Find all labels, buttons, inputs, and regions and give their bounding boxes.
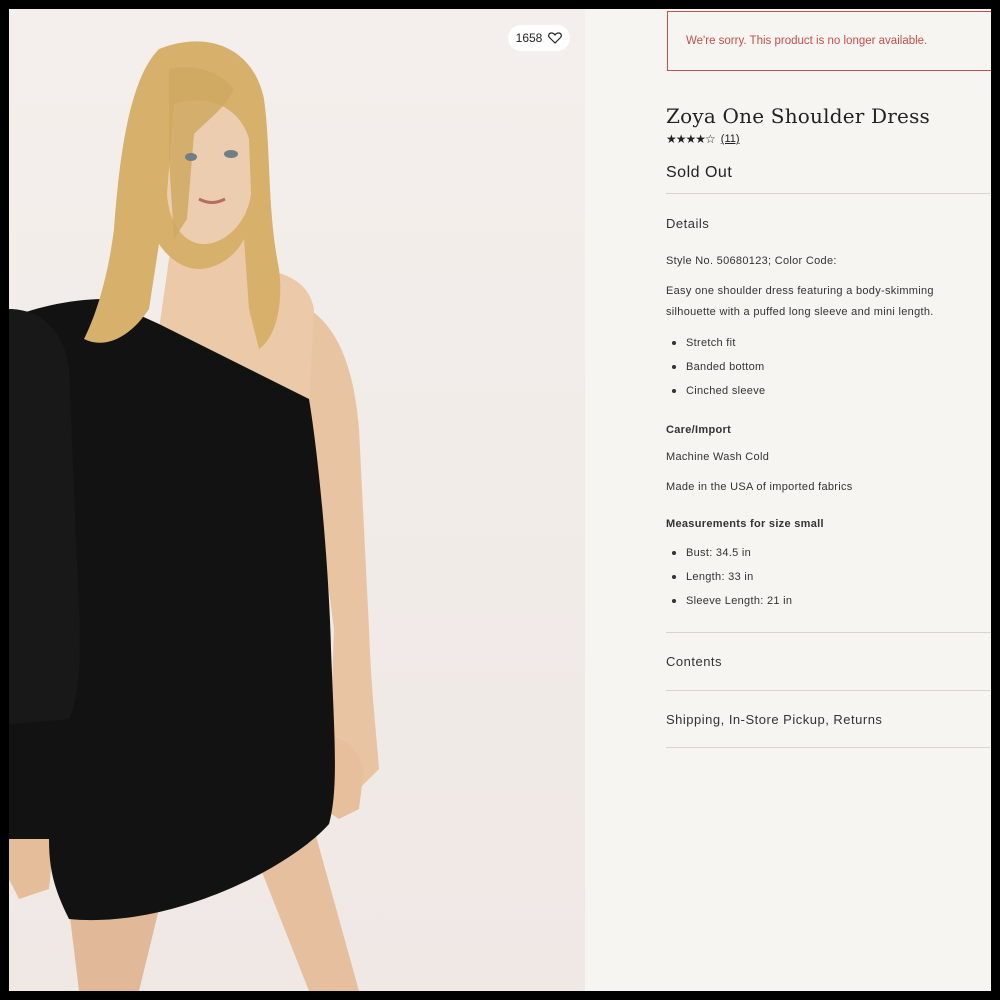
care-instructions: Machine Wash Cold	[666, 451, 770, 463]
review-count-link[interactable]: (11)	[721, 133, 740, 145]
list-item: Banded bottom	[666, 355, 765, 379]
list-item: Sleeve Length: 21 in	[666, 589, 792, 613]
list-item: Bust: 34.5 in	[666, 541, 792, 565]
feature-list: Stretch fit Banded bottom Cinched sleeve	[666, 331, 765, 403]
list-item: Length: 33 in	[666, 565, 792, 589]
list-item: Cinched sleeve	[666, 379, 765, 403]
details-heading[interactable]: Details	[666, 216, 709, 231]
measurements-heading: Measurements for size small	[666, 518, 824, 530]
product-page: 1658 We're sorry. This product is no lon…	[9, 9, 991, 991]
star-rating-icon: ★★★★☆	[666, 132, 716, 146]
divider	[666, 632, 991, 633]
shipping-section-toggle[interactable]: Shipping, In-Store Pickup, Returns	[666, 712, 882, 727]
style-number: Style No. 50680123; Color Code:	[666, 255, 837, 267]
care-heading: Care/Import	[666, 424, 732, 436]
favorites-count: 1658	[515, 31, 543, 45]
divider	[666, 193, 991, 194]
origin-text: Made in the USA of imported fabrics	[666, 481, 853, 493]
alert-text: We're sorry. This product is no longer a…	[686, 35, 928, 47]
divider	[666, 690, 991, 691]
rating: ★★★★☆ (11)	[666, 132, 740, 146]
measurements-list: Bust: 34.5 in Length: 33 in Sleeve Lengt…	[666, 541, 792, 613]
list-item: Stretch fit	[666, 331, 765, 355]
model-illustration	[9, 9, 585, 991]
product-title: Zoya One Shoulder Dress	[666, 104, 931, 128]
contents-section-toggle[interactable]: Contents	[666, 654, 722, 669]
product-image[interactable]: 1658	[9, 9, 585, 991]
favorite-button[interactable]: 1658	[508, 25, 570, 51]
description-line-2: silhouette with a puffed long sleeve and…	[666, 306, 934, 318]
unavailable-alert: We're sorry. This product is no longer a…	[667, 11, 991, 71]
heart-icon	[548, 32, 563, 44]
stock-status: Sold Out	[666, 164, 733, 181]
product-info-panel: We're sorry. This product is no longer a…	[585, 9, 991, 991]
description-line-1: Easy one shoulder dress featuring a body…	[666, 285, 934, 297]
divider	[666, 747, 991, 748]
